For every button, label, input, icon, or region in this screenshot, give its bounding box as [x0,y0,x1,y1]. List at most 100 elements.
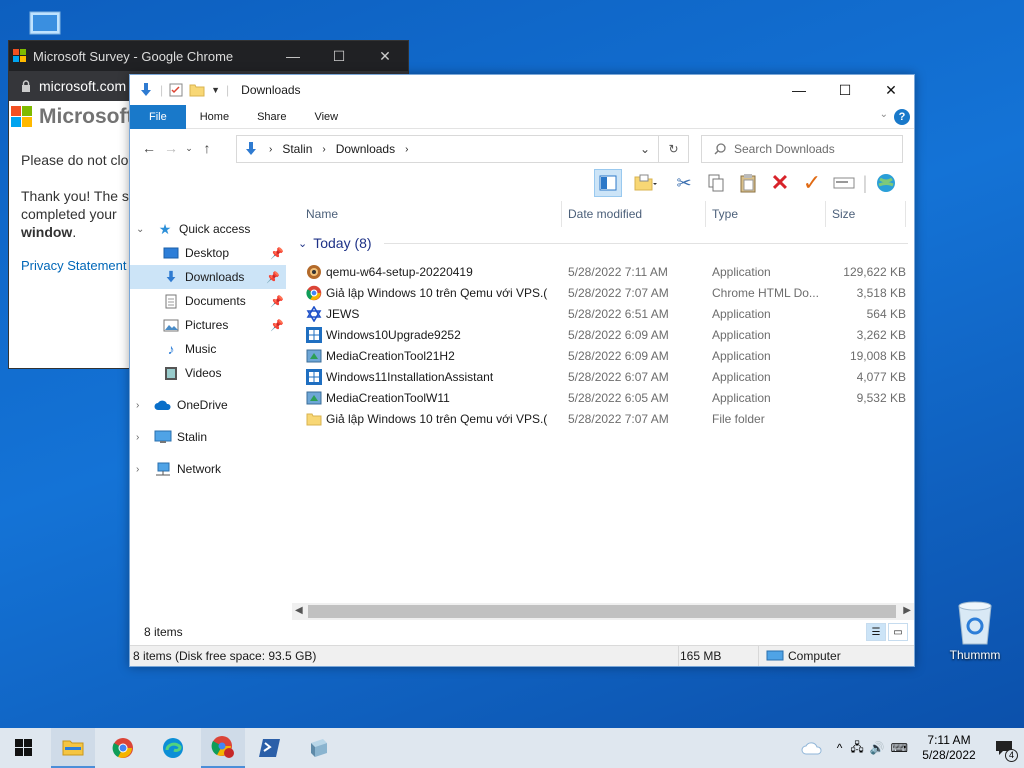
address-dropdown-icon[interactable]: ⌄ [640,142,650,156]
search-placeholder[interactable]: Search Downloads [734,142,835,156]
volume-icon[interactable]: 🔊 [870,741,885,755]
details-view-icon[interactable]: ☰ [866,623,886,641]
expand-chevron-icon[interactable]: › [136,432,139,443]
file-row[interactable]: MediaCreationToolW11 5/28/2022 6:05 AM App… [306,387,906,408]
back-button[interactable]: ← [138,140,160,156]
search-box[interactable]: Search Downloads [701,135,903,163]
file-row[interactable]: JEWS 5/28/2022 6:51 AM Application 564 KB [306,303,906,324]
address-bar[interactable]: › Stalin › Downloads › ⌄ ↻ [236,135,689,163]
new-folder-qat-icon[interactable] [189,83,205,97]
file-row[interactable]: Giả lập Windows 10 trên Qemu với VPS.(..… [306,282,906,303]
file-row[interactable]: Windows11InstallationAssistant 5/28/2022 … [306,366,906,387]
explorer-maximize-button[interactable]: ☐ [822,75,868,105]
expand-chevron-icon[interactable]: › [136,464,139,475]
recent-locations-button[interactable]: ⌄ [182,143,196,154]
collapse-chevron-icon[interactable]: ⌄ [136,224,144,235]
nav-music[interactable]: ♪ Music [130,337,290,361]
start-button[interactable] [2,728,46,768]
notification-center-button[interactable]: 4 [984,728,1024,768]
file-name[interactable]: qemu-w64-setup-20220419 [326,265,473,279]
globe-icon[interactable] [872,169,900,197]
tray-overflow-icon[interactable]: ^ [837,741,843,755]
tab-file[interactable]: File [130,104,186,129]
breadcrumb-stalin[interactable]: Stalin [282,142,312,156]
file-name[interactable]: MediaCreationToolW11 [326,391,450,405]
tab-view[interactable]: View [300,105,352,129]
weather-cloud-icon[interactable] [801,741,823,755]
file-row[interactable]: Windows10Upgrade9252 5/28/2022 6:09 AM App… [306,324,906,345]
column-date-modified[interactable]: Date modified [562,201,706,227]
file-name[interactable]: Windows10Upgrade9252 [326,328,461,342]
preview-pane-icon[interactable] [594,169,622,197]
breadcrumb-separator-icon[interactable]: › [405,144,408,155]
file-name[interactable]: MediaCreationTool21H2 [326,349,455,363]
refresh-button[interactable]: ↻ [658,136,688,162]
group-header-today[interactable]: ⌄ Today (8) [298,235,908,251]
keyboard-icon[interactable]: ⌨ [891,741,908,755]
delete-icon[interactable]: ✕ [766,169,794,197]
pin-icon[interactable]: 📌 [270,247,284,260]
file-row[interactable]: Giả lập Windows 10 trên Qemu với VPS.(..… [306,408,906,429]
chrome-url[interactable]: microsoft.com [39,78,126,94]
pin-icon[interactable]: 📌 [270,319,284,332]
file-row[interactable]: MediaCreationTool21H2 5/28/2022 6:09 AM Ap… [306,345,906,366]
help-icon[interactable]: ? [894,109,910,125]
nav-onedrive[interactable]: › OneDrive [130,393,290,417]
expand-chevron-icon[interactable]: › [136,400,139,411]
column-type[interactable]: Type [706,201,826,227]
chrome-minimize-button[interactable]: — [270,41,316,71]
scrollbar-thumb[interactable] [308,605,896,618]
properties-check-icon[interactable]: ✓ [798,169,826,197]
file-name[interactable]: JEWS [326,307,359,321]
group-collapse-icon[interactable]: ⌄ [298,237,307,250]
chrome-close-button[interactable]: ✕ [362,41,408,71]
explorer-close-button[interactable]: ✕ [868,75,914,105]
taskbar-chrome[interactable] [101,728,145,768]
scroll-right-icon[interactable]: ▶ [903,605,911,616]
qat-customize-icon[interactable]: ▼ [211,85,220,95]
nav-downloads[interactable]: Downloads 📌 [130,265,286,289]
taskbar-file-explorer[interactable] [51,728,95,768]
layout-icon[interactable] [626,169,666,197]
file-name[interactable]: Giả lập Windows 10 trên Qemu với VPS.(..… [326,286,548,300]
taskbar-chrome-profile[interactable] [201,728,245,768]
explorer-titlebar[interactable]: | ▼ | Downloads — ☐ ✕ [130,75,914,105]
nav-this-pc[interactable]: › Stalin [130,425,290,449]
properties-qat-icon[interactable] [169,83,183,97]
rename-icon[interactable] [830,169,858,197]
breadcrumb-separator-icon[interactable]: › [269,144,272,155]
copy-icon[interactable] [702,169,730,197]
breadcrumb-separator-icon[interactable]: › [322,144,325,155]
large-icons-view-icon[interactable]: ▭ [888,623,908,641]
paste-icon[interactable] [734,169,762,197]
chrome-maximize-button[interactable]: ☐ [316,41,362,71]
column-size[interactable]: Size [826,201,906,227]
nav-network[interactable]: › Network [130,457,290,481]
horizontal-scrollbar[interactable]: ◀ ▶ [292,603,914,620]
nav-videos[interactable]: Videos [130,361,290,385]
clock[interactable]: 7:11 AM 5/28/2022 [914,733,984,763]
forward-button[interactable]: → [160,140,182,156]
taskbar-edge[interactable] [151,728,195,768]
file-name[interactable]: Giả lập Windows 10 trên Qemu với VPS.(..… [326,412,548,426]
up-button[interactable]: ↑ [196,140,218,156]
file-row[interactable]: qemu-w64-setup-20220419 5/28/2022 7:11 AM… [306,261,906,282]
nav-desktop[interactable]: Desktop 📌 [130,241,290,265]
breadcrumb-downloads[interactable]: Downloads [336,142,395,156]
nav-quick-access[interactable]: ⌄ ★ Quick access [130,217,290,241]
taskbar-app[interactable] [297,728,341,768]
explorer-minimize-button[interactable]: — [776,75,822,105]
chrome-titlebar[interactable]: Microsoft Survey - Google Chrome — ☐ ✕ [9,41,408,71]
network-tray-icon[interactable]: 🖧 [850,738,863,759]
tab-home[interactable]: Home [186,105,243,129]
nav-documents[interactable]: Documents 📌 [130,289,290,313]
recycle-bin[interactable]: Thummm [944,600,1006,662]
pin-icon[interactable]: 📌 [266,271,280,284]
column-name[interactable]: Name [300,201,562,227]
nav-pictures[interactable]: Pictures 📌 [130,313,290,337]
scroll-left-icon[interactable]: ◀ [295,605,303,616]
desktop-computer-icon[interactable] [28,8,64,44]
explorer-window[interactable]: | ▼ | Downloads — ☐ ✕ File Home Share Vi… [129,74,915,667]
file-name[interactable]: Windows11InstallationAssistant [326,370,493,384]
ribbon-expand-icon[interactable]: ⌄ [880,109,888,120]
